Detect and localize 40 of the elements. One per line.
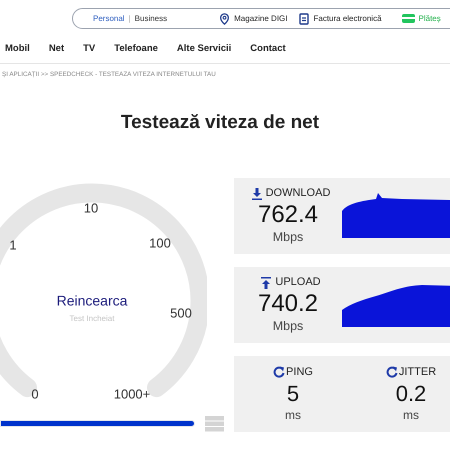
document-icon (299, 12, 310, 24)
metric-unit: Mbps (272, 228, 304, 246)
page-title: Testează viteza de net (120, 111, 320, 136)
retry-button[interactable]: Reincearca (56, 290, 128, 312)
nav-link[interactable]: TV (83, 42, 96, 57)
nav-link[interactable]: Net (48, 42, 64, 57)
map-pin-icon (219, 12, 230, 24)
metric-label: PING (286, 365, 313, 380)
metric-unit: ms (403, 406, 419, 424)
scale-label: 0 (31, 385, 39, 404)
separator: | (128, 12, 131, 24)
metric-unit: Mbps (272, 318, 304, 335)
card-icon (402, 14, 415, 23)
metric-value: 740.2 (258, 290, 318, 317)
metric-label: UPLOAD (275, 275, 321, 290)
refresh-icon (386, 366, 398, 378)
nav-link[interactable]: Contact (250, 42, 286, 57)
refresh-icon (273, 366, 286, 378)
segment-link[interactable]: Personal (93, 12, 125, 24)
scale-label: 100 (149, 234, 171, 252)
upload-icon (261, 276, 272, 289)
metric-value: 5 (286, 380, 300, 406)
scale-label: 1000+ (114, 385, 150, 404)
test-status: Test Incheiat (70, 312, 114, 325)
top-link[interactable]: Factura electronică (299, 12, 382, 24)
top-link[interactable]: Magazine DIGI (219, 12, 288, 24)
metric-value: 762.4 (258, 202, 318, 228)
scale-label: 1 (9, 236, 17, 254)
nav-link[interactable]: Telefoane (114, 42, 158, 57)
metric-label: JITTER (398, 365, 436, 380)
metric-value: 0.2 (396, 380, 426, 406)
metric-unit: ms (285, 406, 301, 424)
scale-label: 500 (170, 304, 192, 322)
nav-link[interactable]: Alte Servicii (176, 42, 232, 57)
nav-link[interactable]: Mobil (5, 42, 30, 57)
metric-label: DOWNLOAD (266, 186, 330, 202)
download-icon (252, 188, 262, 200)
scale-label: 10 (84, 199, 98, 218)
segment-link[interactable]: Business (134, 12, 168, 24)
server-icon (205, 416, 224, 432)
